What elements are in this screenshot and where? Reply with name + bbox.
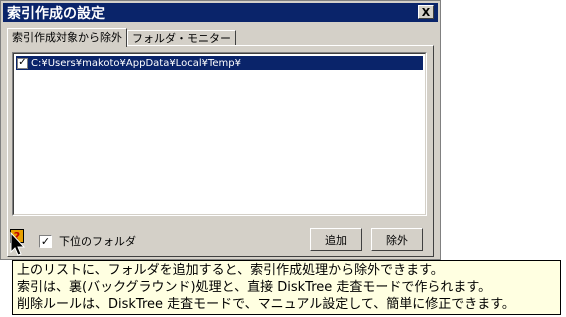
tooltip-line: 索引は、裏(バックグラウンド)処理と、直接 DiskTree 走査モードで作られ… (17, 280, 492, 295)
help-tooltip: 上のリストに、フォルダを追加すると、索引作成処理から除外できます。 索引は、裏(… (12, 260, 561, 315)
exclude-folder-list[interactable]: ✓ C:¥Users¥makoto¥AppData¥Local¥Temp¥ (12, 52, 427, 216)
list-item[interactable]: ✓ C:¥Users¥makoto¥AppData¥Local¥Temp¥ (16, 56, 423, 70)
close-icon: X (421, 5, 431, 19)
close-button[interactable]: X (418, 5, 434, 19)
subfolder-label: 下位のフォルダ (59, 235, 136, 248)
tab-bar: 索引作成対象から除外 フォルダ・モニター (7, 28, 236, 47)
tab-index-exclude[interactable]: 索引作成対象から除外 (7, 28, 127, 47)
mouse-cursor-icon (10, 232, 26, 256)
subfolder-checkbox[interactable]: ✓ (39, 234, 52, 248)
tooltip-line: 上のリストに、フォルダを追加すると、索引作成処理から除外できます。 (17, 263, 444, 278)
list-item-checkbox[interactable]: ✓ (17, 57, 28, 69)
settings-dialog: 索引作成の設定 X 索引作成対象から除外 フォルダ・モニター ✓ C:¥User… (0, 0, 441, 260)
tab-folder-monitor[interactable]: フォルダ・モニター (127, 30, 236, 46)
title-bar[interactable]: 索引作成の設定 X (3, 3, 438, 22)
list-item-path: C:¥Users¥makoto¥AppData¥Local¥Temp¥ (31, 57, 241, 69)
add-button[interactable]: 追加 (310, 228, 362, 251)
remove-button[interactable]: 除外 (371, 228, 423, 251)
subfolder-option[interactable]: ✓ 下位のフォルダ (39, 233, 136, 249)
tooltip-line: 削除ルールは、DiskTree 走査モードで、マニュアル設定して、簡単に修正でき… (17, 297, 515, 312)
window-title: 索引作成の設定 (7, 5, 105, 22)
